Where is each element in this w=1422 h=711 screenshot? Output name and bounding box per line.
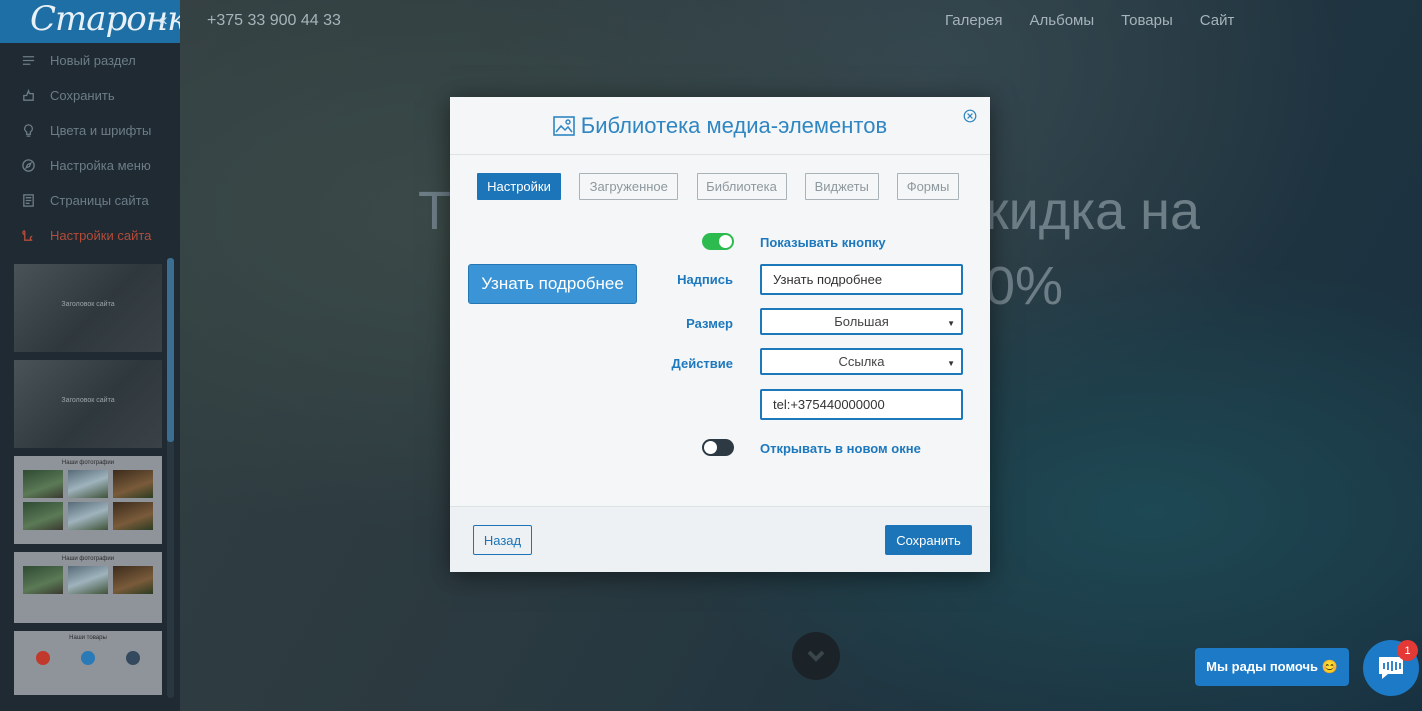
save-icon: [20, 88, 36, 104]
modal-tabs: Настройки Загруженное Библиотека Виджеты…: [477, 173, 959, 200]
button-preview[interactable]: Узнать подробнее: [468, 264, 637, 304]
settings-icon: [20, 228, 36, 244]
compass-icon: [20, 158, 36, 174]
dropdown-arrow-icon: ▼: [947, 359, 955, 368]
section-thumbnail[interactable]: Наши товары: [14, 631, 162, 695]
add-section-icon: [20, 53, 36, 69]
sidebar-item-colors-fonts[interactable]: Цвета и шрифты: [0, 113, 180, 148]
caption-label: Надпись: [677, 272, 733, 287]
sidebar-item-menu-settings[interactable]: Настройка меню: [0, 148, 180, 183]
new-window-label: Открывать в новом окне: [760, 441, 921, 456]
nav-item-site[interactable]: Сайт: [1200, 12, 1235, 29]
chat-greeting-bubble[interactable]: Мы рады помочь 😊: [1195, 648, 1349, 686]
tab-library[interactable]: Библиотека: [696, 173, 787, 200]
sidebar-header: Старонка «: [0, 0, 180, 43]
hero-heading-second: 0%: [985, 256, 1064, 316]
nav-item-albums[interactable]: Альбомы: [1030, 12, 1095, 29]
hero-heading-right: кидка на: [985, 181, 1200, 241]
sidebar-item-new-section[interactable]: Новый раздел: [0, 43, 180, 78]
thumbnail-caption: Заголовок сайта: [61, 397, 115, 404]
thumbnail-caption: Наши фотографии: [61, 556, 115, 562]
sidebar: Старонка « Новый раздел Сохранить Цвета …: [0, 0, 180, 711]
size-select[interactable]: Большая ▼: [760, 308, 963, 335]
section-thumbnail[interactable]: Наши фотографии: [14, 552, 162, 623]
image-icon: [552, 115, 575, 136]
back-button[interactable]: Назад: [473, 525, 532, 555]
sidebar-item-site-pages[interactable]: Страницы сайта: [0, 183, 180, 218]
action-label: Действие: [671, 356, 733, 371]
show-button-label: Показывать кнопку: [760, 235, 886, 250]
section-thumbnail[interactable]: Наши фотографии: [14, 456, 162, 544]
modal-footer: Назад Сохранить: [450, 506, 990, 572]
pages-icon: [20, 193, 36, 209]
link-input[interactable]: tel:+375440000000: [760, 389, 963, 420]
action-select[interactable]: Ссылка ▼: [760, 348, 963, 375]
thumbnail-caption: Заголовок сайта: [61, 301, 115, 308]
palette-icon: [20, 123, 36, 139]
header-phone[interactable]: +375 33 900 44 33: [207, 12, 341, 30]
dropdown-arrow-icon: ▼: [947, 319, 955, 328]
section-thumbnails: Заголовок сайта Заголовок сайта Наши фот…: [14, 264, 162, 703]
chevron-down-icon: [807, 650, 825, 662]
chat-unread-badge: 1: [1397, 640, 1418, 661]
section-thumbnail[interactable]: Заголовок сайта: [14, 264, 162, 352]
tab-forms[interactable]: Формы: [897, 173, 959, 200]
sidebar-item-site-settings[interactable]: Настройки сайта: [0, 218, 180, 253]
save-button[interactable]: Сохранить: [885, 525, 972, 555]
action-select-value: Ссылка: [838, 354, 885, 369]
sidebar-item-label: Цвета и шрифты: [50, 123, 152, 138]
sidebar-item-label: Новый раздел: [50, 53, 136, 68]
site-nav: Галерея Альбомы Товары Сайт: [945, 12, 1234, 29]
sidebar-item-label: Настройка меню: [50, 158, 151, 173]
size-select-value: Большая: [834, 314, 889, 329]
sidebar-item-save[interactable]: Сохранить: [0, 78, 180, 113]
show-button-toggle[interactable]: [702, 233, 734, 250]
thumbnail-caption: Наши товары: [69, 635, 107, 641]
sidebar-item-label: Сохранить: [50, 88, 115, 103]
caption-input[interactable]: Узнать подробнее: [760, 264, 963, 295]
collapse-sidebar-icon[interactable]: «: [158, 10, 167, 30]
close-icon[interactable]: [963, 109, 977, 123]
modal-header: Библиотека медиа-элементов: [450, 97, 990, 155]
sidebar-item-label: Страницы сайта: [50, 193, 149, 208]
modal-title: Библиотека медиа-элементов: [580, 112, 888, 138]
sidebar-menu: Новый раздел Сохранить Цвета и шрифты На…: [0, 43, 180, 253]
tab-widgets[interactable]: Виджеты: [804, 173, 879, 200]
media-library-modal: Библиотека медиа-элементов Настройки Заг…: [450, 97, 990, 572]
hero-heading-left: Т: [418, 181, 451, 241]
sidebar-item-label: Настройки сайта: [50, 228, 152, 243]
nav-item-gallery[interactable]: Галерея: [945, 12, 1003, 29]
nav-item-products[interactable]: Товары: [1121, 12, 1173, 29]
tab-settings[interactable]: Настройки: [477, 173, 561, 200]
size-label: Размер: [686, 316, 733, 331]
thumbnail-caption: Наши фотографии: [61, 460, 115, 466]
scroll-down-button[interactable]: [792, 632, 840, 680]
sidebar-scrollbar[interactable]: [167, 258, 174, 442]
tab-uploaded[interactable]: Загруженное: [579, 173, 679, 200]
section-thumbnail[interactable]: Заголовок сайта: [14, 360, 162, 448]
new-window-toggle[interactable]: [702, 439, 734, 456]
